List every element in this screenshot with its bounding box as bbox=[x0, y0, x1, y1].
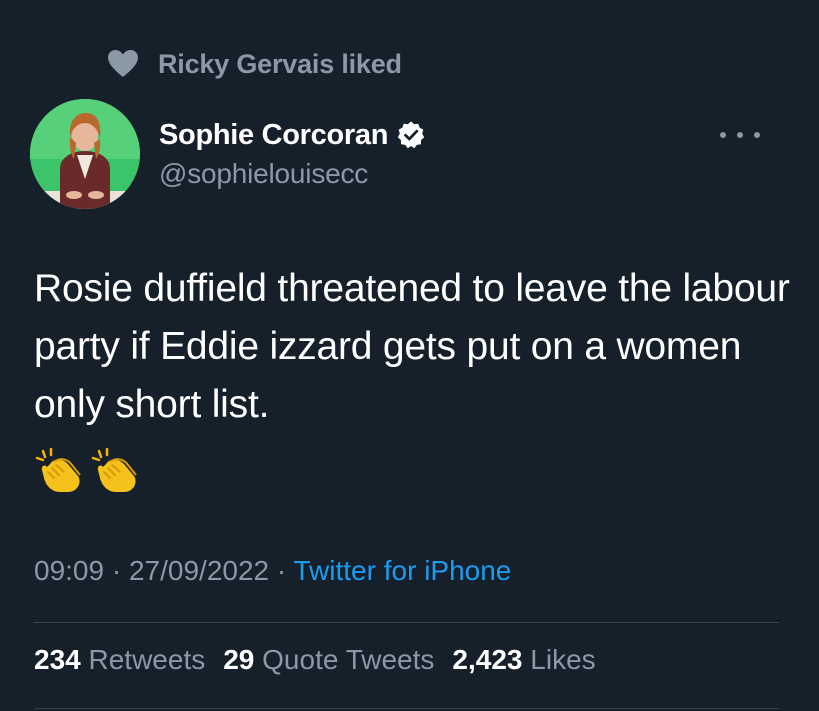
tweet-text: Rosie duffield threatened to leave the l… bbox=[34, 267, 790, 426]
name-row: Sophie Corcoran bbox=[159, 116, 426, 154]
meta-separator: · bbox=[276, 555, 287, 586]
tweet-meta: 09:09 · 27/09/2022 · Twitter for iPhone bbox=[34, 555, 511, 587]
likes-label: Likes bbox=[530, 644, 596, 675]
retweets-label: Retweets bbox=[88, 644, 206, 675]
tweet-time[interactable]: 09:09 bbox=[34, 555, 104, 586]
social-context[interactable]: Ricky Gervais liked bbox=[106, 44, 402, 84]
retweets-count: 234 bbox=[34, 644, 81, 675]
heart-icon bbox=[106, 47, 140, 81]
divider bbox=[34, 622, 779, 623]
clapping-hands-emoji-icon bbox=[34, 446, 84, 496]
avatar[interactable] bbox=[30, 99, 140, 209]
tweet-date[interactable]: 27/09/2022 bbox=[129, 555, 269, 586]
user-handle[interactable]: @sophielouisecc bbox=[159, 158, 426, 190]
verified-badge-icon bbox=[396, 120, 426, 150]
quote-tweets-count: 29 bbox=[223, 644, 255, 675]
likes-count: 2,423 bbox=[452, 644, 523, 675]
tweet-detail: Ricky Gervais liked Sophie Corcoran @sop… bbox=[0, 0, 819, 711]
retweets-stat[interactable]: 234 Retweets bbox=[34, 644, 205, 676]
more-options-icon[interactable] bbox=[720, 120, 760, 150]
emoji-row bbox=[34, 446, 140, 496]
tweet-source-link[interactable]: Twitter for iPhone bbox=[294, 555, 512, 586]
meta-separator: · bbox=[111, 555, 122, 586]
likes-stat[interactable]: 2,423 Likes bbox=[452, 644, 595, 676]
display-name[interactable]: Sophie Corcoran bbox=[159, 119, 388, 152]
author-info[interactable]: Sophie Corcoran @sophielouisecc bbox=[159, 116, 426, 190]
quote-tweets-label: Quote Tweets bbox=[262, 644, 435, 675]
clapping-hands-emoji-icon bbox=[90, 446, 140, 496]
liked-by-text: Ricky Gervais liked bbox=[158, 48, 402, 79]
divider bbox=[34, 708, 779, 709]
quote-tweets-stat[interactable]: 29 Quote Tweets bbox=[223, 644, 434, 676]
engagement-stats: 234 Retweets 29 Quote Tweets 2,423 Likes bbox=[34, 644, 596, 676]
